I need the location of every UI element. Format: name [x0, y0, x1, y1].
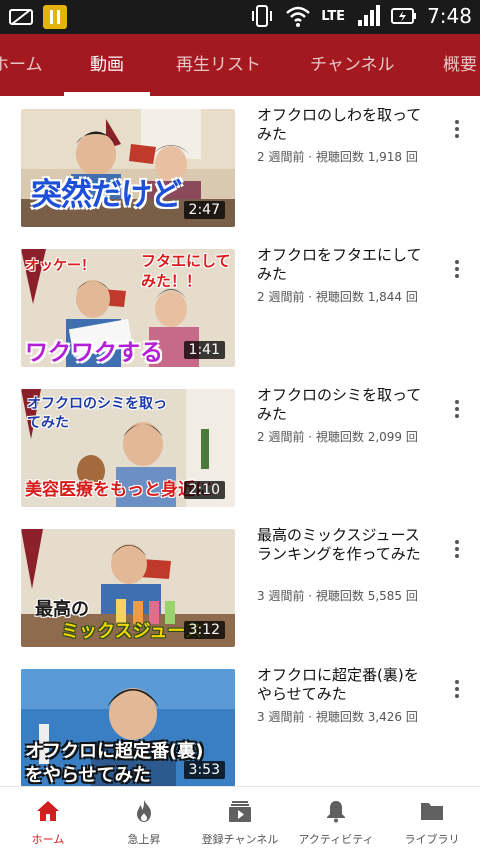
- bottom-navigation: ホーム 急上昇 登録チャンネル アクティビティ ライブラリ: [0, 786, 480, 854]
- video-meta: 2 週間前 · 視聴回数 1,844 回: [257, 290, 418, 304]
- video-thumbnail[interactable]: オフクロのシミを取ってみた 美容医療をもっと身近に 2:10: [21, 389, 235, 507]
- more-options-icon[interactable]: [447, 398, 467, 420]
- video-title[interactable]: オフクロのしわを取ってみた: [257, 106, 427, 144]
- video-duration: 2:10: [183, 481, 225, 499]
- nav-home[interactable]: ホーム: [0, 787, 96, 854]
- signal-icon: [358, 5, 381, 26]
- video-item[interactable]: 突然だけど 2:47 オフクロのしわを取ってみた 2 週間前 · 視聴回数 1,…: [0, 96, 480, 236]
- video-list: 突然だけど 2:47 オフクロのしわを取ってみた 2 週間前 · 視聴回数 1,…: [0, 96, 480, 786]
- video-title[interactable]: 最高のミックスジュースランキングを作ってみた: [257, 526, 427, 564]
- more-options-icon[interactable]: [447, 258, 467, 280]
- more-options-icon[interactable]: [447, 678, 467, 700]
- video-item[interactable]: 最高の ミックスジュース 3:12 最高のミックスジュースランキングを作ってみた…: [0, 516, 480, 656]
- video-duration: 1:41: [183, 341, 225, 359]
- thumbnail-caption-top-right: フタエにしてみた！！: [141, 252, 231, 290]
- thumbnail-caption-top: オフクロのシミを取ってみた: [27, 396, 167, 431]
- no-sim-icon: [9, 9, 33, 25]
- nav-library[interactable]: ライブラリ: [384, 787, 480, 854]
- folder-icon: [421, 803, 443, 820]
- network-type: LTE: [321, 8, 346, 24]
- status-time: 7:48: [427, 4, 472, 28]
- vibrate-icon: [252, 5, 273, 27]
- pause-notification-icon: [43, 5, 67, 29]
- video-meta: 3 週間前 · 視聴回数 5,585 回: [257, 589, 418, 603]
- video-duration: 2:47: [183, 201, 225, 219]
- video-thumbnail[interactable]: オッケー！ フタエにしてみた！！ ワクワクする 1:41: [21, 249, 235, 367]
- nav-label: 急上昇: [127, 833, 161, 846]
- video-title[interactable]: オフクロのシミを取ってみた: [257, 386, 427, 424]
- video-duration: 3:53: [183, 761, 225, 779]
- video-thumbnail[interactable]: 突然だけど 2:47: [21, 109, 235, 227]
- thumbnail-caption: ワクワクする: [25, 340, 163, 366]
- nav-subscriptions[interactable]: 登録チャンネル: [192, 787, 288, 854]
- more-options-icon[interactable]: [447, 118, 467, 140]
- nav-activity[interactable]: アクティビティ: [288, 787, 384, 854]
- wifi-icon: [286, 6, 311, 27]
- video-meta: 3 週間前 · 視聴回数 3,426 回: [257, 710, 418, 724]
- video-title[interactable]: オフクロに超定番(裏)をやらせてみた: [257, 666, 427, 704]
- thumbnail-caption: オフクロに超定番(裏): [25, 741, 204, 762]
- thumbnail-caption-bottom: をやらせてみた: [25, 765, 151, 786]
- video-item[interactable]: オフクロのシミを取ってみた 美容医療をもっと身近に 2:10 オフクロのシミを取…: [0, 376, 480, 516]
- video-meta: 2 週間前 · 視聴回数 1,918 回: [257, 150, 418, 164]
- nav-trending[interactable]: 急上昇: [96, 787, 192, 854]
- video-thumbnail[interactable]: オフクロに超定番(裏) をやらせてみた 3:53: [21, 669, 235, 786]
- battery-charging-icon: [391, 8, 417, 24]
- home-icon: [37, 801, 59, 821]
- video-meta: 2 週間前 · 視聴回数 2,099 回: [257, 430, 418, 444]
- more-options-icon[interactable]: [447, 538, 467, 560]
- video-item[interactable]: オフクロに超定番(裏) をやらせてみた 3:53 オフクロに超定番(裏)をやらせ…: [0, 656, 480, 786]
- bell-icon: [327, 801, 345, 823]
- video-duration: 3:12: [183, 621, 225, 639]
- nav-label: ライブラリ: [404, 833, 460, 846]
- thumbnail-caption: 突然だけど: [31, 177, 182, 213]
- video-item[interactable]: オッケー！ フタエにしてみた！！ ワクワクする 1:41 オフクロをフタエにして…: [0, 236, 480, 376]
- nav-label: アクティビティ: [298, 833, 374, 846]
- channel-tab-bar: ホーム 動画 再生リスト チャンネル 概要: [0, 34, 480, 96]
- video-thumbnail[interactable]: 最高の ミックスジュース 3:12: [21, 529, 235, 647]
- tab-playlists[interactable]: 再生リスト: [176, 34, 261, 96]
- thumbnail-caption: ミックスジュース: [61, 621, 203, 642]
- flame-icon: [137, 800, 151, 822]
- nav-label: ホーム: [31, 833, 65, 846]
- video-title[interactable]: オフクロをフタエにしてみた: [257, 246, 427, 284]
- tab-videos[interactable]: 動画: [90, 34, 124, 96]
- nav-label: 登録チャンネル: [201, 833, 279, 846]
- subscriptions-icon: [229, 801, 251, 822]
- status-bar: LTE 7:48: [0, 0, 480, 34]
- tab-home[interactable]: ホーム: [0, 34, 43, 96]
- thumbnail-caption-top-left: オッケー！: [25, 258, 95, 274]
- tab-about[interactable]: 概要: [443, 34, 477, 96]
- tab-channels[interactable]: チャンネル: [310, 34, 395, 96]
